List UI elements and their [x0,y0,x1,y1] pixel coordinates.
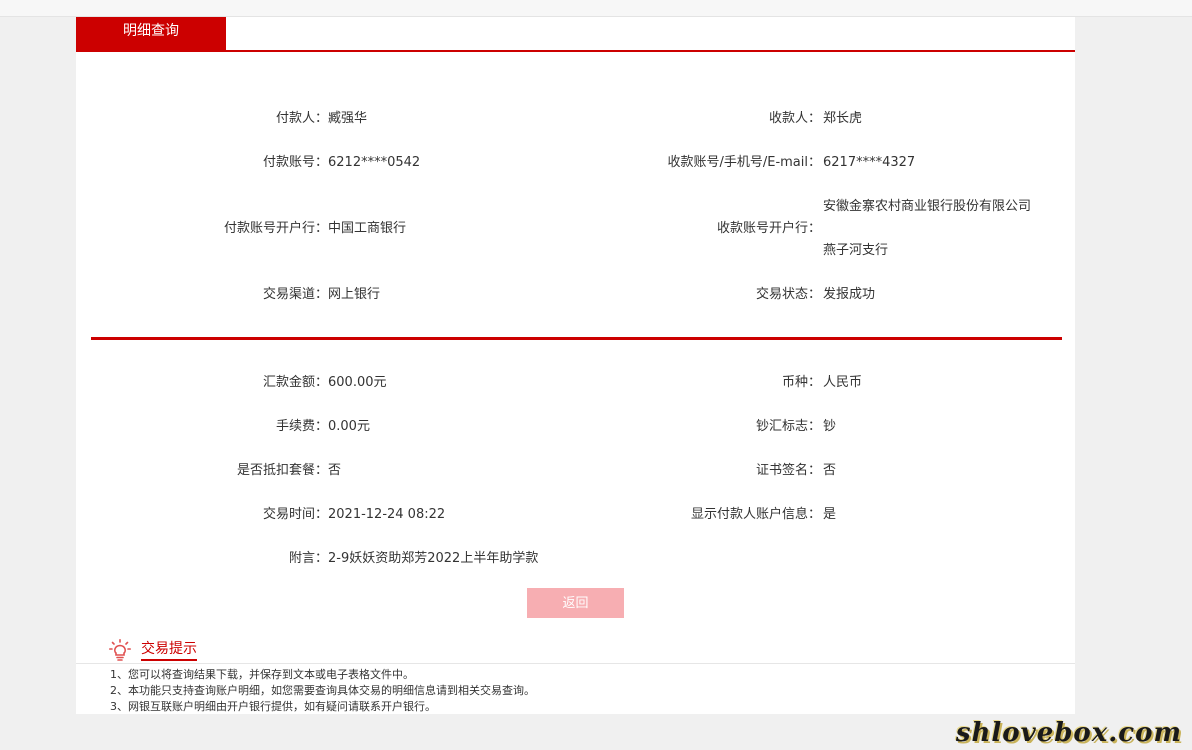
time-label: 交易时间： [262,507,328,522]
cash-flag-label: 钞汇标志： [755,419,821,434]
payee-account-label: 收款账号/手机号/E-mail： [667,155,821,170]
lightbulb-icon [109,639,131,661]
show-payer-info-label: 显示付款人账户信息： [690,507,821,522]
remark-row: 附言： 2-9妖妖资助郑芳2022上半年助学款 [76,549,1075,569]
channel-row: 交易渠道： 网上银行 交易状态： 发报成功 [76,285,1075,305]
package-row: 是否抵扣套餐： 否 证书签名： 否 [76,461,1075,481]
fee-value: 0.00元 [328,419,370,434]
payer-value: 臧强华 [328,111,368,126]
channel-label: 交易渠道： [262,287,328,302]
browser-top-bar [0,0,1192,17]
fee-label: 手续费： [275,419,328,434]
fee-row: 手续费： 0.00元 钞汇标志： 钞 [76,417,1075,437]
payee-bank-value-line1: 安徽金寨农村商业银行股份有限公司 [823,199,1032,214]
show-payer-info-value: 是 [823,507,837,522]
payee-account-value: 6217****4327 [823,155,916,170]
tab-detail-query[interactable]: 明细查询 [76,17,226,50]
tip-item: 1、您可以将查询结果下载，并保存到文本或电子表格文件中。 [110,668,414,681]
tips-list: 1、您可以将查询结果下载，并保存到文本或电子表格文件中。 2、本功能只支持查询账… [110,667,535,715]
cert-sign-label: 证书签名： [755,463,821,478]
tips-header: 交易提示 [76,625,1075,664]
tip-item: 2、本功能只支持查询账户明细，如您需要查询具体交易的明细信息请到相关交易查询。 [110,684,535,697]
payee-bank-label: 收款账号开户行： [716,221,821,236]
section-divider [91,337,1062,340]
cert-sign-value: 否 [823,463,837,478]
tab-bar: 明细查询 [76,17,1075,52]
tips-title: 交易提示 [141,639,197,661]
payee-bank-value-line2: 燕子河支行 [823,243,889,258]
cash-flag-value: 钞 [823,419,837,434]
channel-value: 网上银行 [328,287,381,302]
time-value: 2021-12-24 08:22 [328,507,446,522]
amount-label: 汇款金额： [262,375,328,390]
package-deduct-value: 否 [328,463,342,478]
tip-item: 3、网银互联账户明细由开户银行提供，如有疑问请联系开户银行。 [110,700,436,713]
account-row: 付款账号： 6212****0542 收款账号/手机号/E-mail： 6217… [76,153,1075,173]
payer-bank-label: 付款账号开户行： [223,221,328,236]
bank-row: 付款账号开户行： 中国工商银行 收款账号开户行： [76,219,1075,239]
payee-value: 郑长虎 [823,111,863,126]
payee-label: 收款人： [768,111,821,126]
remark-label: 附言： [288,551,328,566]
detail-query-panel: 明细查询 付款人： 臧强华 收款人： 郑长虎 付款账号： 6212****054… [76,17,1075,714]
payer-label: 付款人： [275,111,328,126]
currency-label: 币种： [781,375,821,390]
remark-value: 2-9妖妖资助郑芳2022上半年助学款 [328,551,539,566]
payer-account-value: 6212****0542 [328,155,421,170]
status-value: 发报成功 [823,287,876,302]
payee-bank-line2-row: 燕子河支行 [76,241,1075,261]
amount-row: 汇款金额： 600.00元 币种： 人民币 [76,373,1075,393]
status-label: 交易状态： [755,287,821,302]
payer-row: 付款人： 臧强华 收款人： 郑长虎 [76,109,1075,129]
watermark: shlovebox.com [955,718,1182,748]
currency-value: 人民币 [823,375,863,390]
back-button[interactable]: 返回 [527,588,624,618]
package-deduct-label: 是否抵扣套餐： [236,463,328,478]
payee-bank-line1-row: 安徽金寨农村商业银行股份有限公司 [76,197,1075,217]
time-row: 交易时间： 2021-12-24 08:22 显示付款人账户信息： 是 [76,505,1075,525]
payer-account-label: 付款账号： [262,155,328,170]
payer-bank-value: 中国工商银行 [328,221,407,236]
amount-value: 600.00元 [328,375,387,390]
